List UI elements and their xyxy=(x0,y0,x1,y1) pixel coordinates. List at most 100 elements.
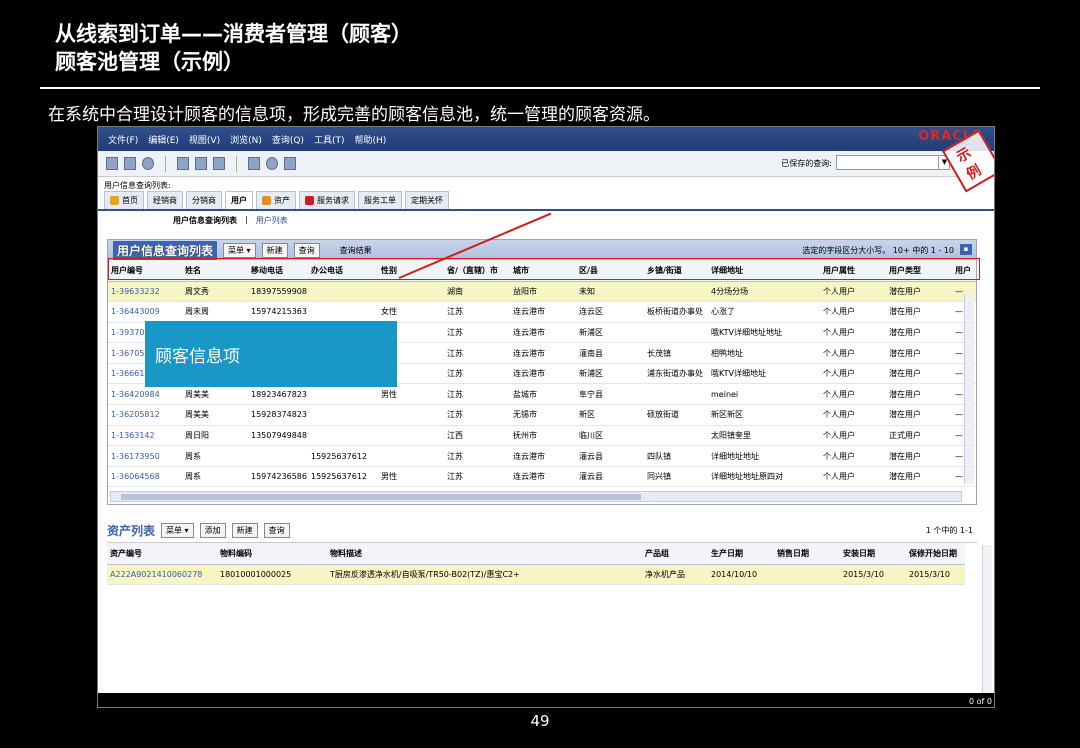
asset-add-button[interactable]: 添加 xyxy=(199,523,226,538)
col-name[interactable]: 姓名 xyxy=(182,260,248,282)
col-user-attribute[interactable]: 用户属性 xyxy=(820,260,886,282)
col-production-date[interactable]: 生产日期 xyxy=(708,543,774,565)
table-cell: 个人用户 xyxy=(820,404,886,426)
table-cell[interactable]: 1-36064568 xyxy=(108,466,182,488)
table-row[interactable]: 1-36205812 周美美 15928374823 江苏 无锡市 新区 硕放街道 新区新区个… xyxy=(108,404,976,426)
table-row[interactable]: 1-36173950 周系 15925637612 江苏 连云港市 灌云县 四队镇 详细地址地… xyxy=(108,445,976,467)
table-cell: T厨房反渗透净水机/自吸泵/TR50-B02(TZ)/惠宝C2+ xyxy=(327,564,642,586)
table-row[interactable]: 1-36064568 周系 15974236586 15925637612 男性 江苏 连云… xyxy=(108,466,976,488)
tab-regular-care[interactable]: 定期关怀 xyxy=(405,191,449,209)
clock-icon[interactable] xyxy=(266,157,278,170)
save-icon[interactable] xyxy=(106,157,118,170)
table-cell: 正式用户 xyxy=(886,425,952,447)
col-town[interactable]: 乡镇/街道 xyxy=(644,260,708,282)
col-mobile[interactable]: 移动电话 xyxy=(248,260,308,282)
col-product-group[interactable]: 产品组 xyxy=(642,543,708,565)
table-cell: meinei xyxy=(708,383,820,406)
user-table-vertical-scrollbar[interactable] xyxy=(964,294,974,484)
copy-icon[interactable] xyxy=(124,157,136,170)
tab-dealer[interactable]: 经销商 xyxy=(147,191,183,209)
table-cell: 周末周 xyxy=(182,301,248,323)
table-row[interactable]: 1-1363142 周日阳 13507949848 江西 抚州市 临川区 太阳镇奎里 个人用户… xyxy=(108,425,976,447)
table-cell: 江苏 xyxy=(444,383,510,406)
col-user-more[interactable]: 用户 xyxy=(952,260,976,282)
col-district[interactable]: 区/县 xyxy=(576,260,644,282)
col-sale-date[interactable]: 销售日期 xyxy=(774,543,840,565)
menu-navigate[interactable]: 浏览(N) xyxy=(230,133,262,146)
table-row[interactable]: 1-39633232 周文秀 18397559908 湖南 益阳市 未知 4分场分场 个人用户… xyxy=(108,281,976,303)
menu-file[interactable]: 文件(F) xyxy=(108,133,138,146)
tab-users[interactable]: 用户 xyxy=(225,191,253,209)
user-menu-button[interactable]: 菜单 ▾ xyxy=(223,242,256,258)
asset-new-button[interactable]: 新建 xyxy=(231,523,258,538)
menu-view[interactable]: 视图(V) xyxy=(189,133,220,146)
menu-edit[interactable]: 编辑(E) xyxy=(148,133,179,146)
asset-menu-button[interactable]: 菜单 ▾ xyxy=(161,523,194,538)
table-cell xyxy=(378,425,444,447)
col-asset-id[interactable]: 资产编号 xyxy=(107,543,217,565)
tab-service-request[interactable]: 服务请求 xyxy=(299,191,355,209)
table-cell: 临川区 xyxy=(576,425,644,447)
table-cell[interactable]: 1-1363142 xyxy=(108,425,182,447)
document-icon[interactable] xyxy=(195,157,207,170)
user-new-button[interactable]: 新建 xyxy=(261,242,288,258)
tab-assets[interactable]: 资产 xyxy=(256,191,296,209)
asset-panel: 资产列表 菜单 ▾ 添加 新建 查询 1 个中的 1-1 资产编号 物料编码 物… xyxy=(107,519,977,586)
col-material-code[interactable]: 物料编码 xyxy=(217,543,327,565)
subtab-user-list[interactable]: 用户列表 xyxy=(256,215,288,229)
saved-query-select[interactable] xyxy=(836,155,950,170)
table-cell: 长茂镇 xyxy=(644,342,708,364)
subtab-user-query-list[interactable]: 用户信息查询列表 xyxy=(173,215,237,229)
search-icon[interactable] xyxy=(177,157,189,170)
asset-query-button[interactable]: 查询 xyxy=(263,523,290,538)
menu-help[interactable]: 帮助(H) xyxy=(355,133,387,146)
table-cell xyxy=(774,564,840,586)
panel-options-icon[interactable]: ▪ xyxy=(960,244,972,255)
chart-icon[interactable] xyxy=(284,157,296,170)
table-cell: 周美美 xyxy=(182,383,248,406)
col-install-date[interactable]: 安装日期 xyxy=(840,543,906,565)
table-cell: 15928374823 xyxy=(248,404,308,426)
table-cell[interactable]: A222A9021410060278 xyxy=(107,564,217,586)
col-user-type[interactable]: 用户类型 xyxy=(886,260,952,282)
menu-query[interactable]: 查询(Q) xyxy=(272,133,304,146)
globe-icon[interactable] xyxy=(142,157,154,170)
table-cell: 连云港市 xyxy=(510,301,576,323)
edit-icon[interactable] xyxy=(213,157,225,170)
col-warranty-start[interactable]: 保修开始日期 xyxy=(906,543,965,565)
saved-query-label: 已保存的查询: xyxy=(781,159,832,168)
tab-home[interactable]: 首页 xyxy=(104,191,144,209)
table-cell: 连云港市 xyxy=(510,363,576,385)
table-cell[interactable]: 1-39633232 xyxy=(108,281,182,303)
table-cell: 哦KTV详细地址地址 xyxy=(708,322,820,344)
table-cell[interactable]: 1-36205812 xyxy=(108,404,182,426)
col-material-desc[interactable]: 物料描述 xyxy=(327,543,642,565)
table-row[interactable]: A222A9021410060278 18010001000025 T厨房反渗透净水… xyxy=(107,564,965,586)
page-vertical-scrollbar[interactable] xyxy=(982,545,992,695)
col-office-phone[interactable]: 办公电话 xyxy=(308,260,378,282)
table-cell: 潜在用户 xyxy=(886,466,952,488)
col-address[interactable]: 详细地址 xyxy=(708,260,820,282)
table-cell[interactable]: 1-36173950 xyxy=(108,445,182,467)
print-icon[interactable] xyxy=(248,157,260,170)
table-row[interactable]: 1-36443009 周末周 15974215363 女性 江苏 连云港市 连云区 板桥街道办… xyxy=(108,301,976,323)
table-cell[interactable]: 1-36443009 xyxy=(108,301,182,323)
table-cell: 板桥街道办事处 xyxy=(644,301,708,323)
menu-tools[interactable]: 工具(T) xyxy=(314,133,345,146)
table-cell xyxy=(644,281,708,303)
table-cell: 个人用户 xyxy=(820,363,886,385)
table-cell: 新浦区 xyxy=(576,363,644,385)
scrollbar-thumb[interactable] xyxy=(121,494,641,500)
tab-work-order[interactable]: 服务工单 xyxy=(358,191,402,209)
user-table-horizontal-scrollbar[interactable] xyxy=(110,491,962,502)
table-row[interactable]: 1-36420984 周美美 18923467823 男性 江苏 盐城市 阜宁县 meinei… xyxy=(108,383,976,406)
table-cell: 连云区 xyxy=(576,301,644,323)
table-cell: 个人用户 xyxy=(820,383,886,406)
table-cell[interactable]: 1-36420984 xyxy=(108,383,182,406)
tab-distributor[interactable]: 分销商 xyxy=(186,191,222,209)
col-user-id[interactable]: 用户编号 xyxy=(108,260,182,282)
col-city[interactable]: 城市 xyxy=(510,260,576,282)
col-province[interactable]: 省/（直辖）市 xyxy=(444,260,510,282)
user-query-button[interactable]: 查询 xyxy=(293,242,320,258)
table-cell: 周美美 xyxy=(182,404,248,426)
